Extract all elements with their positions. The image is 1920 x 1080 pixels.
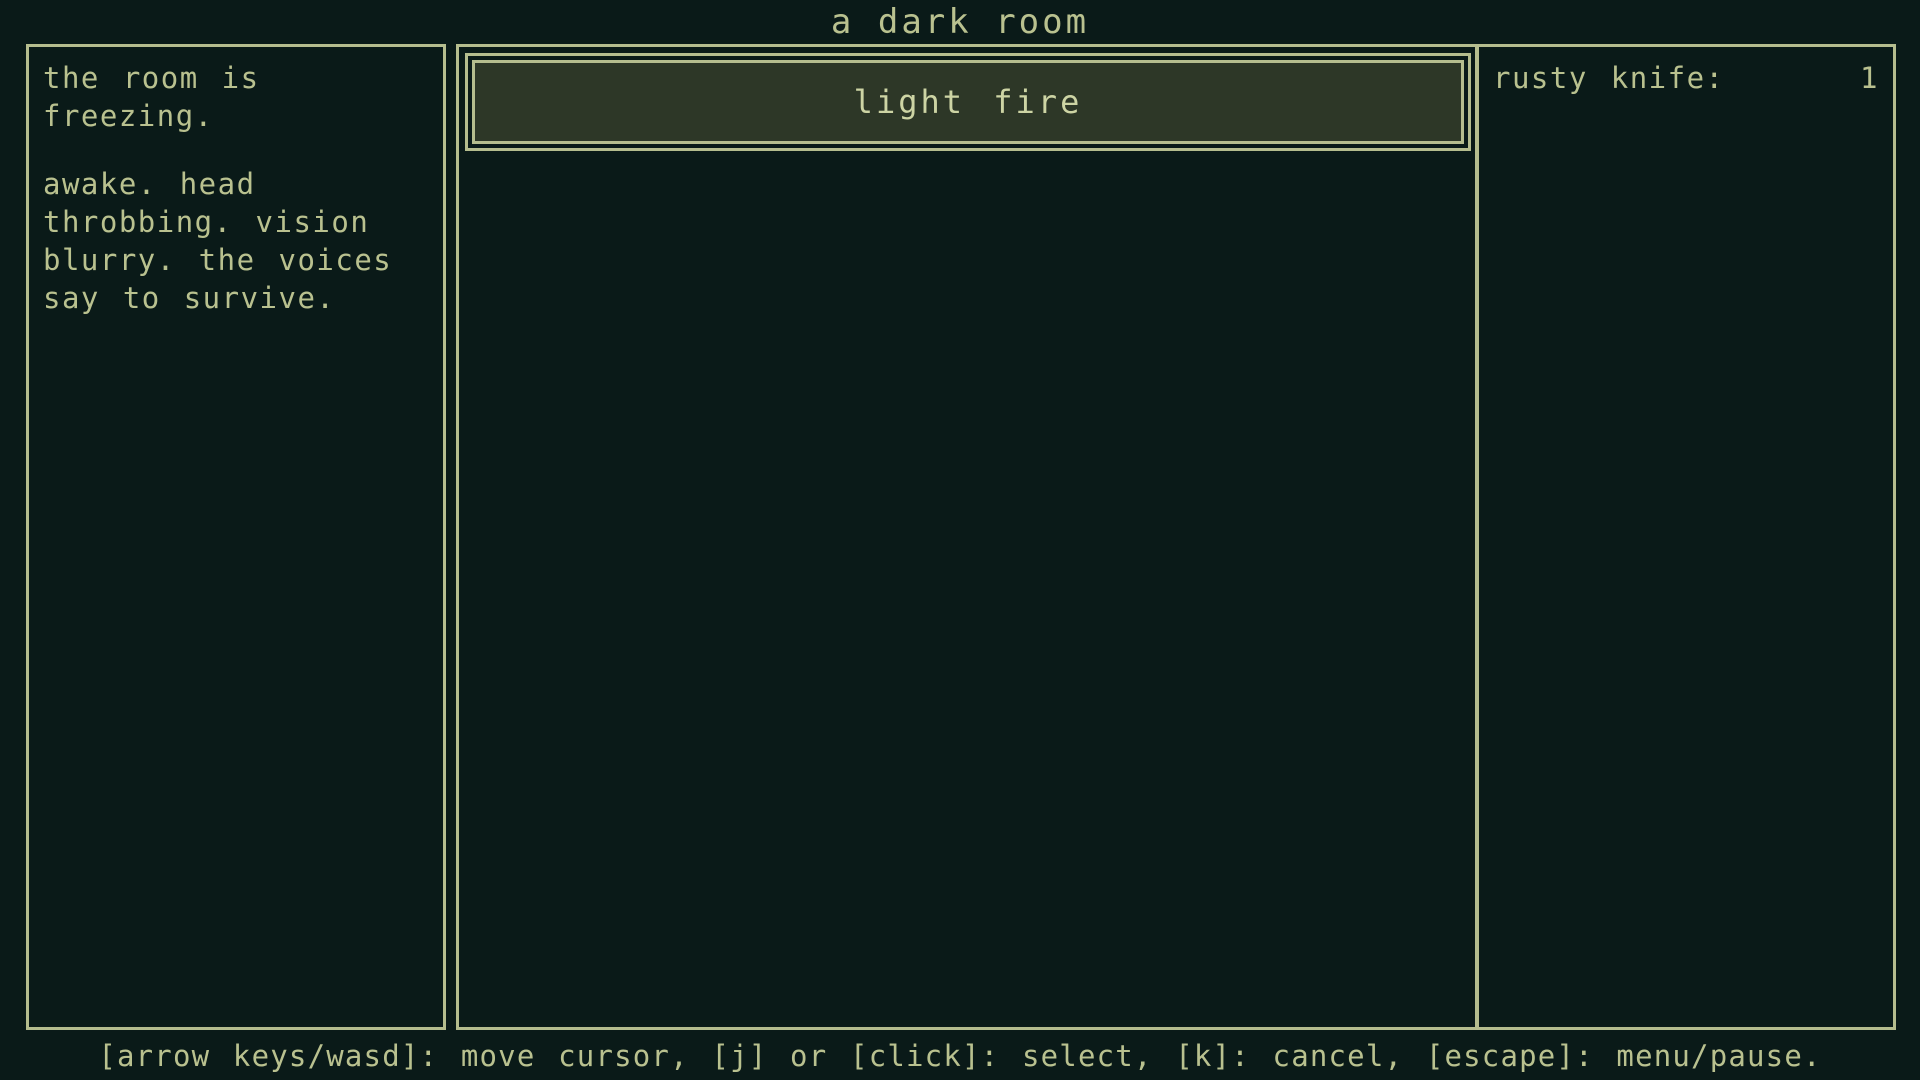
inventory-panel: rusty knife: 1	[1476, 44, 1896, 1030]
page-title: a dark room	[830, 2, 1090, 42]
actions-panel: light fire	[456, 44, 1478, 1030]
inventory-panel-content: rusty knife: 1	[1479, 47, 1893, 1027]
story-paragraph: the room is freezing.	[43, 61, 260, 133]
story-paragraph: awake. head throbbing. vision blurry. th…	[43, 167, 393, 315]
story-panel-content: the room is freezing. awake. head throbb…	[29, 47, 443, 1027]
status-bar: [arrow keys/wasd]: move cursor, [j] or […	[98, 1039, 1822, 1073]
action-button-face: light fire	[472, 60, 1464, 144]
action-list: light fire	[465, 53, 1471, 151]
game-screen: a dark room the room is freezing. awake.…	[0, 0, 1920, 1080]
action-button-label: light fire	[853, 83, 1083, 121]
action-button-light-fire[interactable]: light fire	[465, 53, 1471, 151]
inventory-item-count: 1	[1860, 61, 1879, 95]
inventory-item-label: rusty knife:	[1493, 61, 1725, 95]
inventory-row: rusty knife: 1	[1493, 59, 1879, 97]
story-panel: the room is freezing. awake. head throbb…	[26, 44, 446, 1030]
